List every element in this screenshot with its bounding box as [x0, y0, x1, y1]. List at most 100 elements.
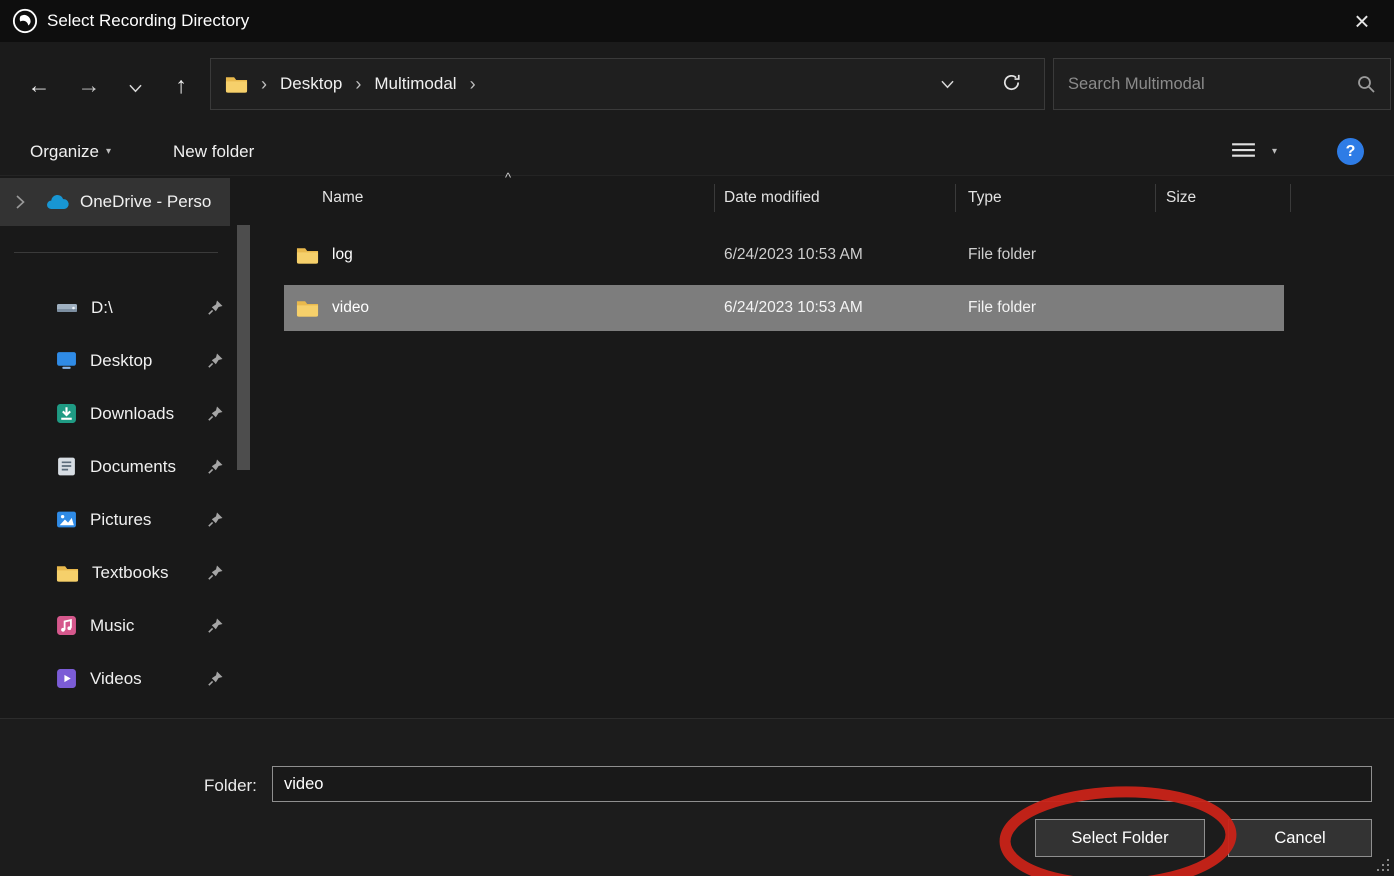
list-view-icon	[1231, 141, 1256, 163]
forward-button[interactable]: →	[64, 60, 114, 110]
column-header-size[interactable]: Size	[1166, 176, 1196, 220]
refresh-button[interactable]	[993, 68, 1030, 100]
view-mode-button[interactable]	[1223, 137, 1264, 167]
command-bar-right: ▾ ?	[1223, 137, 1364, 167]
content-area: OneDrive - Perso D:\ Desk	[0, 176, 1394, 718]
column-headers: ^ Name Date modified Type Size	[260, 176, 1394, 220]
resize-grip[interactable]	[1376, 858, 1390, 872]
folder-icon	[56, 564, 79, 582]
pin-icon	[207, 617, 224, 639]
pictures-icon	[56, 509, 77, 530]
back-icon: ←	[28, 72, 51, 99]
column-divider[interactable]	[714, 184, 715, 212]
drive-icon	[56, 300, 78, 316]
sidebar-item-label: OneDrive - Perso	[80, 192, 226, 212]
file-type: File folder	[968, 285, 1036, 331]
chevron-down-icon: ▾	[1272, 146, 1277, 157]
pin-icon	[207, 670, 224, 692]
breadcrumb-separator: ›	[470, 74, 476, 95]
sidebar-item-onedrive[interactable]: OneDrive - Perso	[0, 178, 230, 226]
file-list: ^ Name Date modified Type Size log 6/24/…	[260, 176, 1394, 718]
sidebar-item-music[interactable]: Music	[0, 599, 232, 652]
file-row-video-selected[interactable]: video 6/24/2023 10:53 AM File folder	[284, 285, 1284, 331]
videos-icon	[56, 668, 77, 689]
documents-icon	[56, 456, 77, 477]
file-name: log	[332, 246, 353, 264]
column-header-date-modified[interactable]: Date modified	[724, 176, 820, 220]
breadcrumb-separator: ›	[261, 74, 267, 95]
navigation-pane: OneDrive - Perso D:\ Desk	[0, 176, 260, 718]
chevron-right-icon	[16, 195, 25, 209]
sidebar-item-videos[interactable]: Videos	[0, 652, 232, 705]
breadcrumb-separator: ›	[355, 74, 361, 95]
search-box	[1053, 58, 1391, 110]
breadcrumb-item-desktop[interactable]: Desktop	[280, 74, 342, 94]
new-folder-label: New folder	[173, 142, 254, 162]
pin-icon	[207, 352, 224, 374]
title-bar: Select Recording Directory ×	[0, 0, 1394, 42]
cancel-button[interactable]: Cancel	[1228, 819, 1372, 857]
command-bar: Organize ▾ New folder ▾ ?	[0, 128, 1394, 176]
folder-name-input[interactable]	[272, 766, 1372, 802]
pin-icon	[207, 405, 224, 427]
sidebar-item-label: Desktop	[90, 351, 152, 371]
file-row-log[interactable]: log 6/24/2023 10:53 AM File folder	[284, 232, 1284, 278]
sidebar-item-documents[interactable]: Documents	[0, 440, 232, 493]
address-dropdown-button[interactable]	[933, 73, 962, 96]
select-recording-directory-dialog: Select Recording Directory × ← → ↑ › Des…	[0, 0, 1394, 876]
navigation-bar: ← → ↑ › Desktop › Multimodal ›	[0, 42, 1394, 128]
pin-icon	[207, 564, 224, 586]
refresh-icon	[1001, 72, 1022, 96]
nav-buttons: ← → ↑	[14, 42, 206, 128]
up-button[interactable]: ↑	[156, 60, 206, 110]
close-icon: ×	[1354, 6, 1369, 36]
breadcrumb-item-multimodal[interactable]: Multimodal	[374, 74, 456, 94]
folder-icon	[296, 246, 319, 264]
file-name: video	[332, 299, 369, 317]
column-divider[interactable]	[955, 184, 956, 212]
column-header-name[interactable]: Name	[322, 176, 363, 220]
sidebar-items: D:\ Desktop Downloads	[0, 281, 232, 705]
sort-ascending-icon: ^	[505, 170, 511, 185]
dialog-footer: Folder: Select Folder Cancel	[0, 718, 1394, 876]
sidebar-item-downloads[interactable]: Downloads	[0, 387, 232, 440]
new-folder-button[interactable]: New folder	[173, 142, 254, 162]
organize-label: Organize	[30, 142, 99, 162]
select-folder-button[interactable]: Select Folder	[1035, 819, 1205, 857]
sidebar-item-drive-d[interactable]: D:\	[0, 281, 232, 334]
up-icon: ↑	[175, 72, 187, 99]
sidebar-item-label: Documents	[90, 457, 176, 477]
pin-icon	[207, 511, 224, 533]
sidebar-item-textbooks[interactable]: Textbooks	[0, 546, 232, 599]
sidebar-item-label: Music	[90, 616, 134, 636]
column-divider[interactable]	[1155, 184, 1156, 212]
address-bar[interactable]: › Desktop › Multimodal ›	[210, 58, 1045, 110]
column-divider[interactable]	[1290, 184, 1291, 212]
scrollbar-thumb[interactable]	[237, 225, 250, 470]
pin-icon	[207, 299, 224, 321]
recent-locations-button[interactable]	[114, 60, 156, 110]
sidebar-item-label: Textbooks	[92, 563, 169, 583]
chevron-down-icon: ▾	[106, 146, 111, 157]
folder-label: Folder:	[204, 776, 257, 796]
chevron-down-icon	[129, 72, 142, 99]
onedrive-icon	[45, 194, 70, 210]
window-title: Select Recording Directory	[47, 11, 249, 31]
desktop-icon	[56, 350, 77, 371]
forward-icon: →	[78, 72, 101, 99]
column-header-type[interactable]: Type	[968, 176, 1002, 220]
search-input[interactable]	[1068, 75, 1346, 94]
file-date-modified: 6/24/2023 10:53 AM	[724, 285, 863, 331]
sidebar-item-pictures[interactable]: Pictures	[0, 493, 232, 546]
file-date-modified: 6/24/2023 10:53 AM	[724, 232, 863, 278]
sidebar-scrollbar[interactable]	[237, 176, 250, 718]
sidebar-item-label: Pictures	[90, 510, 151, 530]
sidebar-item-label: Videos	[90, 669, 142, 689]
organize-button[interactable]: Organize ▾	[30, 142, 111, 162]
sidebar-item-desktop[interactable]: Desktop	[0, 334, 232, 387]
help-button[interactable]: ?	[1337, 138, 1364, 165]
close-button[interactable]: ×	[1342, 0, 1382, 42]
music-icon	[56, 615, 77, 636]
back-button[interactable]: ←	[14, 60, 64, 110]
sidebar-item-label: D:\	[91, 298, 113, 318]
